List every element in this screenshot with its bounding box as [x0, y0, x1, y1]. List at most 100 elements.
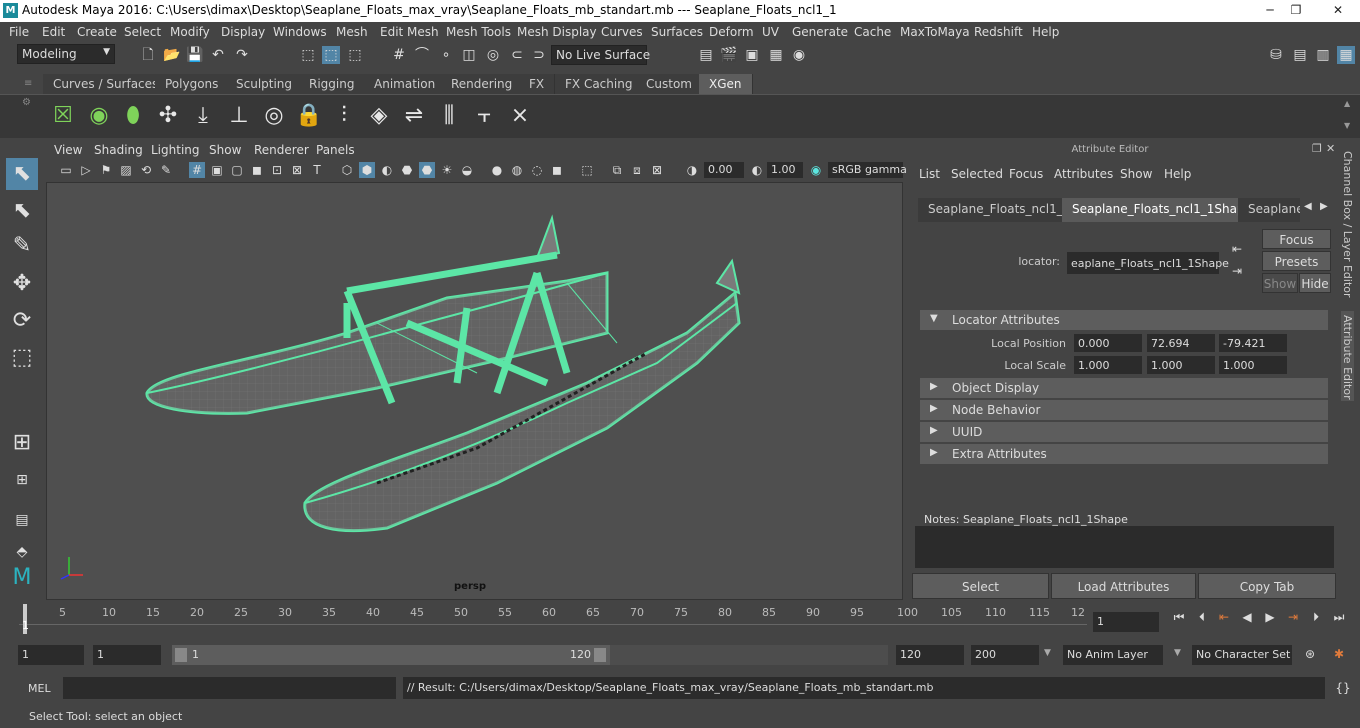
- open-scene-icon[interactable]: 📂: [163, 46, 181, 64]
- local-scale-x[interactable]: 1.000: [1074, 356, 1142, 374]
- xray-icon[interactable]: ⧉: [609, 162, 625, 178]
- mel-label[interactable]: MEL: [28, 682, 51, 695]
- tab-scroll-right-icon[interactable]: ▶: [1320, 201, 1328, 212]
- xgen-preview-icon[interactable]: ◉: [84, 101, 114, 131]
- viewport-menu-shading[interactable]: Shading: [94, 143, 143, 157]
- focus-button[interactable]: Focus: [1262, 229, 1331, 249]
- xgen-create-guides-icon[interactable]: ✣: [153, 101, 183, 131]
- menu-surfaces[interactable]: Surfaces: [651, 25, 703, 39]
- lasso-tool-icon[interactable]: ⬉: [6, 195, 38, 227]
- bookmark-icon[interactable]: ⚑: [98, 162, 114, 178]
- xgen-bend-icon[interactable]: ⇌: [399, 101, 429, 131]
- single-perspective-layout-icon[interactable]: ⊞: [6, 427, 38, 459]
- viewport-menu-show[interactable]: Show: [209, 143, 241, 157]
- tab-scroll-left-icon[interactable]: ◀: [1304, 201, 1312, 212]
- float-panel-icon[interactable]: ❐: [1312, 142, 1322, 155]
- select-tool-icon[interactable]: ⬉: [6, 158, 38, 190]
- snap-view-icon[interactable]: ◫: [460, 46, 478, 64]
- range-slider-start-handle[interactable]: [175, 648, 187, 662]
- section-object-display[interactable]: ▶ Object Display: [920, 378, 1328, 398]
- local-scale-z[interactable]: 1.000: [1219, 356, 1287, 374]
- show-button[interactable]: Show: [1262, 273, 1298, 293]
- menu-generate[interactable]: Generate: [792, 25, 848, 39]
- play-backwards-icon[interactable]: ◀: [1238, 608, 1256, 626]
- menu-curves[interactable]: Curves: [601, 25, 643, 39]
- section-node-behavior[interactable]: ▶ Node Behavior: [920, 400, 1328, 420]
- workspace-dropdown[interactable]: Modeling ▼: [17, 44, 115, 64]
- presets-button[interactable]: Presets: [1262, 251, 1331, 271]
- ae-tab-shape[interactable]: Seaplane_Floats_ncl1_1Shape: [1062, 198, 1262, 222]
- menu-mesh[interactable]: Mesh: [336, 25, 368, 39]
- ae-tab-next[interactable]: Seaplane_: [1238, 198, 1300, 222]
- script-editor-icon[interactable]: {}: [1334, 679, 1352, 697]
- menu-display[interactable]: Display: [221, 25, 265, 39]
- color-management-icon[interactable]: ◉: [808, 162, 824, 178]
- restore-button[interactable]: ❐: [1283, 2, 1309, 18]
- xgen-guide-visibility-icon[interactable]: ◎: [259, 101, 289, 131]
- wireframe-on-shaded-icon[interactable]: ⬣: [419, 162, 435, 178]
- render-settings-icon[interactable]: ▦: [767, 46, 785, 64]
- xray-joints-icon[interactable]: ⧈: [629, 162, 645, 178]
- isolate-select-icon[interactable]: ⬚: [579, 162, 595, 178]
- node-name-field[interactable]: eaplane_Floats_ncl1_1Shape: [1067, 252, 1229, 274]
- depth-of-field-icon[interactable]: ◼: [549, 162, 565, 178]
- scale-tool-icon[interactable]: ⬚: [6, 342, 38, 374]
- resolution-gate-icon[interactable]: ▢: [229, 162, 245, 178]
- step-back-key-icon[interactable]: ⇤: [1215, 608, 1233, 626]
- menu-modify[interactable]: Modify: [170, 25, 210, 39]
- menu-redshift[interactable]: Redshift: [974, 25, 1023, 39]
- ae-menu-help[interactable]: Help: [1164, 167, 1191, 181]
- shelf-tab-fx[interactable]: FX: [519, 74, 556, 94]
- four-view-layout-icon[interactable]: ⊞: [6, 464, 38, 496]
- render-frame-icon[interactable]: 🎬: [720, 46, 738, 64]
- viewport-menu-view[interactable]: View: [54, 143, 82, 157]
- chevron-down-icon[interactable]: ▼: [1044, 648, 1051, 658]
- select-object-icon[interactable]: ⬚: [322, 46, 340, 64]
- step-forward-frame-icon[interactable]: ⏵: [1307, 608, 1325, 626]
- animation-prefs-icon[interactable]: ✱: [1330, 645, 1348, 663]
- textured-icon[interactable]: ⬣: [399, 162, 415, 178]
- local-position-z[interactable]: -79.421: [1219, 334, 1287, 352]
- grid-icon[interactable]: #: [189, 162, 205, 178]
- paint-select-tool-icon[interactable]: ✎: [6, 230, 38, 262]
- xgen-editor-icon[interactable]: ☒: [48, 101, 78, 131]
- local-position-x[interactable]: 0.000: [1074, 334, 1142, 352]
- select-button[interactable]: Select: [912, 573, 1049, 599]
- section-uuid[interactable]: ▶ UUID: [920, 422, 1328, 442]
- animation-end-field[interactable]: 200: [971, 645, 1039, 665]
- auto-key-icon[interactable]: ⊛: [1301, 645, 1319, 663]
- smooth-shade-icon[interactable]: ⬢: [359, 162, 375, 178]
- snap-curve-icon[interactable]: ⌒: [413, 46, 431, 64]
- modeling-toolkit-icon[interactable]: ▤: [1291, 46, 1309, 64]
- xgen-place-guides-icon[interactable]: ⤓: [188, 101, 218, 131]
- load-node-icon[interactable]: ⇤: [1232, 242, 1242, 256]
- menu-mesh-tools[interactable]: Mesh Tools: [446, 25, 511, 39]
- notes-field[interactable]: [915, 526, 1334, 568]
- gate-mask-icon[interactable]: ◼: [249, 162, 265, 178]
- playback-start-field[interactable]: 1: [93, 645, 161, 665]
- playback-end-field[interactable]: 120: [896, 645, 964, 665]
- antialiasing-icon[interactable]: ◌: [529, 162, 545, 178]
- command-input[interactable]: [63, 677, 396, 699]
- menu-windows[interactable]: Windows: [273, 25, 327, 39]
- colorspace-dropdown[interactable]: sRGB gamma: [828, 162, 907, 178]
- viewport-menu-lighting[interactable]: Lighting: [151, 143, 200, 157]
- go-to-start-icon[interactable]: ⏮: [1170, 608, 1188, 626]
- camera-select-icon[interactable]: ▭: [58, 162, 74, 178]
- range-slider-end-handle[interactable]: [594, 648, 606, 662]
- safe-title-icon[interactable]: T: [309, 162, 325, 178]
- xgen-add-guide-icon[interactable]: ⊥: [224, 101, 254, 131]
- xgen-lock-guides-icon[interactable]: 🔒: [294, 101, 324, 131]
- rotate-tool-icon[interactable]: ⟳: [6, 305, 38, 337]
- ae-menu-show[interactable]: Show: [1120, 167, 1152, 181]
- viewport-menu-panels[interactable]: Panels: [316, 143, 355, 157]
- anim-layer-dropdown[interactable]: No Anim Layer: [1063, 645, 1163, 665]
- menu-create[interactable]: Create: [77, 25, 117, 39]
- menu-mesh-display[interactable]: Mesh Display: [517, 25, 597, 39]
- play-forwards-icon[interactable]: ▶: [1261, 608, 1279, 626]
- step-forward-key-icon[interactable]: ⇥: [1284, 608, 1302, 626]
- select-hierarchy-icon[interactable]: ⬚: [299, 46, 317, 64]
- gamma-icon[interactable]: ◐: [749, 162, 765, 178]
- select-component-icon[interactable]: ⬚: [346, 46, 364, 64]
- hide-button[interactable]: Hide: [1299, 273, 1331, 293]
